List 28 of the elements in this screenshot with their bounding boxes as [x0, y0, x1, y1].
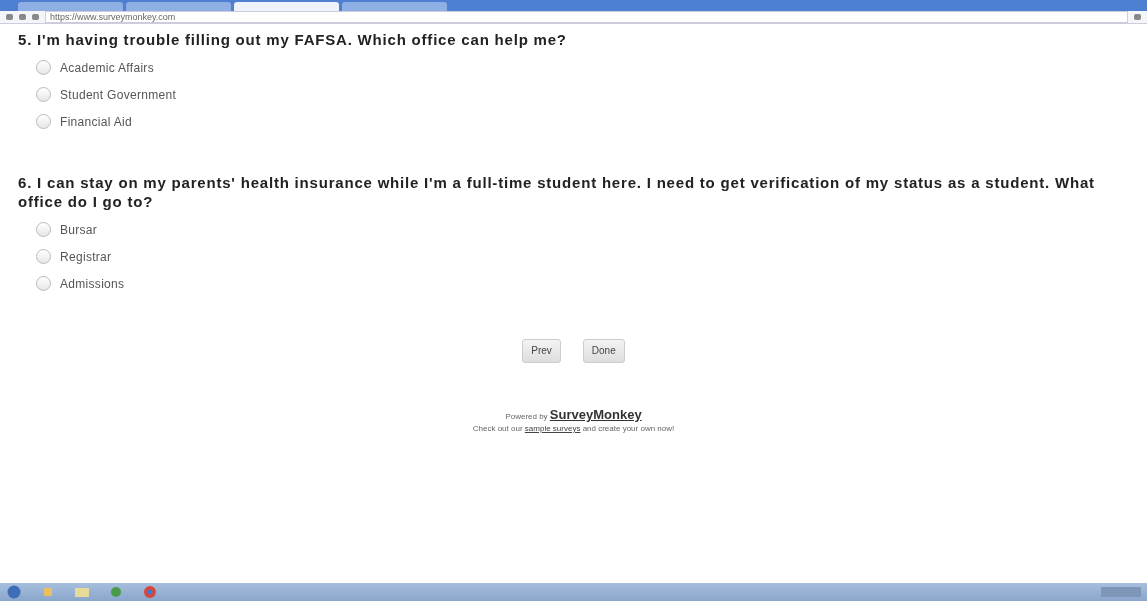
done-button[interactable]: Done	[582, 339, 625, 363]
option-label: Student Government	[60, 86, 177, 104]
browser-tab[interactable]	[342, 2, 447, 11]
brand-link[interactable]: SurveyMonkey	[549, 407, 642, 422]
radio-button[interactable]	[36, 60, 51, 75]
question-title: 5. I'm having trouble filling out my FAFSA. Which office can help me?	[18, 30, 568, 49]
radio-button[interactable]	[36, 114, 51, 129]
address-bar[interactable]: https://www.surveymonkey.com	[45, 11, 1128, 23]
option-label: Admissions	[60, 275, 125, 293]
option-label: Academic Affairs	[60, 59, 154, 77]
option-label: Bursar	[60, 221, 98, 239]
browser-tab[interactable]	[234, 2, 339, 11]
sample-surveys-link[interactable]: sample surveys	[524, 424, 581, 433]
start-orb-icon[interactable]	[6, 585, 22, 599]
radio-button[interactable]	[36, 87, 51, 102]
radio-button[interactable]	[36, 249, 51, 264]
prev-button[interactable]: Prev	[522, 339, 561, 363]
powered-by-text: Powered by	[505, 412, 548, 421]
system-tray	[1101, 587, 1141, 597]
question-title: 6. I can stay on my parents' health insurance while I'm a full-time student here. I need to get verification of my status as a student. What office do I go to?	[18, 173, 1096, 211]
option-label: Registrar	[60, 248, 112, 266]
radio-button[interactable]	[36, 276, 51, 291]
browser-tab[interactable]	[18, 2, 123, 11]
footer-text: Check out our	[472, 424, 523, 433]
option-label: Financial Aid	[60, 113, 132, 131]
browser-tab[interactable]	[126, 2, 231, 11]
radio-button[interactable]	[36, 222, 51, 237]
footer-text: and create your own now!	[582, 424, 675, 433]
